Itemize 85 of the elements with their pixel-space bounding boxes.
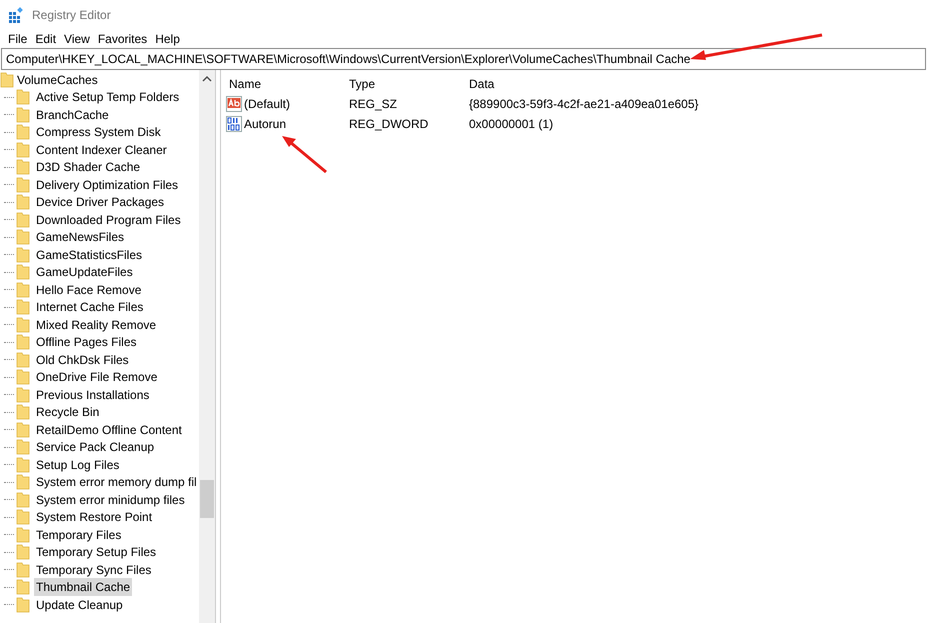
folder-icon bbox=[16, 439, 30, 456]
tree-item[interactable]: VolumeCaches bbox=[0, 71, 199, 88]
folder-icon bbox=[16, 492, 30, 508]
folder-icon bbox=[16, 526, 30, 543]
tree-item[interactable]: Internet Cache Files bbox=[34, 298, 146, 316]
tree-item[interactable]: Recycle Bin bbox=[34, 403, 102, 422]
tree-item[interactable]: Temporary Files bbox=[34, 526, 124, 544]
tree-item[interactable]: Downloaded Program Files bbox=[34, 210, 183, 229]
folder-icon bbox=[16, 212, 30, 228]
app-icon bbox=[8, 7, 24, 23]
tree-item[interactable]: Service Pack Cleanup bbox=[34, 438, 156, 456]
column-header[interactable]: Type bbox=[341, 75, 461, 93]
tree-item[interactable]: System error memory dump fil bbox=[34, 473, 199, 492]
tree-item[interactable]: OneDrive File Remove bbox=[34, 368, 160, 386]
tree-item[interactable]: GameUpdateFiles bbox=[34, 263, 135, 282]
folder-icon bbox=[16, 369, 30, 386]
scroll-thumb[interactable] bbox=[200, 480, 214, 518]
folder-icon bbox=[16, 106, 30, 123]
window-title: Registry Editor bbox=[32, 7, 111, 24]
folder-icon bbox=[16, 316, 30, 333]
tree-item[interactable]: Mixed Reality Remove bbox=[34, 316, 158, 334]
tree-item[interactable]: Content Indexer Cleaner bbox=[34, 140, 169, 159]
tree-item[interactable]: Active Setup Temp Folders bbox=[34, 88, 182, 106]
menu-item[interactable]: File bbox=[4, 31, 32, 47]
folder-icon bbox=[16, 124, 30, 140]
scrollbar[interactable] bbox=[199, 70, 215, 623]
scroll-up-icon[interactable] bbox=[202, 74, 212, 84]
table-cell-text: REG_DWORD bbox=[348, 116, 430, 133]
tree-item[interactable]: GameNewsFiles bbox=[34, 228, 126, 246]
folder-icon bbox=[16, 422, 30, 438]
folder-icon bbox=[16, 194, 30, 210]
string-value-icon bbox=[226, 96, 242, 112]
tree-item[interactable]: System Restore Point bbox=[34, 508, 154, 526]
annotation-arrow bbox=[280, 134, 328, 174]
folder-icon bbox=[16, 246, 30, 263]
column-header[interactable]: Data bbox=[461, 75, 927, 93]
folder-icon bbox=[16, 509, 30, 526]
folder-icon bbox=[16, 89, 30, 106]
tree-item[interactable]: RetailDemo Offline Content bbox=[34, 420, 184, 439]
table-cell-text: (Default) bbox=[244, 96, 290, 113]
folder-icon bbox=[16, 544, 30, 560]
tree-item[interactable]: System error minidump files bbox=[34, 490, 187, 509]
folder-icon bbox=[16, 579, 30, 596]
table-cell-text: REG_SZ bbox=[348, 96, 398, 113]
menu-item[interactable]: View bbox=[60, 31, 94, 47]
tree-item[interactable]: BranchCache bbox=[34, 106, 111, 124]
folder-icon bbox=[16, 474, 30, 490]
folder-icon bbox=[16, 264, 30, 280]
table-cell-text: {889900c3-59f3-4c2f-ae21-a409ea01e605} bbox=[468, 96, 699, 113]
menu-item[interactable]: Favorites bbox=[94, 31, 152, 47]
folder-icon bbox=[16, 176, 30, 193]
folder-icon bbox=[16, 386, 30, 403]
table-cell-text: 0x00000001 (1) bbox=[468, 116, 554, 133]
folder-icon bbox=[16, 334, 30, 350]
tree-item[interactable]: Device Driver Packages bbox=[34, 193, 166, 212]
folder-icon bbox=[16, 562, 30, 578]
folder-icon bbox=[16, 229, 30, 246]
tree-item[interactable]: Thumbnail Cache bbox=[34, 578, 132, 596]
folder-icon bbox=[16, 142, 30, 158]
tree-item[interactable]: GameStatisticsFiles bbox=[34, 246, 144, 264]
tree-item[interactable]: Hello Face Remove bbox=[34, 280, 144, 299]
table-cell-text: Autorun bbox=[244, 116, 286, 133]
folder-icon bbox=[0, 72, 14, 88]
tree-item[interactable]: Delivery Optimization Files bbox=[34, 176, 180, 194]
tree-item[interactable]: Temporary Sync Files bbox=[34, 560, 154, 579]
tree-item[interactable]: Compress System Disk bbox=[34, 123, 163, 142]
address-bar[interactable]: Computer\HKEY_LOCAL_MACHINE\SOFTWARE\Microsoft\Windows\CurrentVersion\Explorer\VolumeCaches\Thumbnail Cache bbox=[1, 48, 926, 70]
tree-item[interactable]: Update Cleanup bbox=[34, 596, 125, 614]
folder-icon bbox=[16, 352, 30, 368]
column-header[interactable]: Name bbox=[221, 75, 341, 93]
tree-item[interactable]: Setup Log Files bbox=[34, 456, 122, 474]
tree-item[interactable]: Temporary Setup Files bbox=[34, 543, 158, 562]
tree-item[interactable]: Previous Installations bbox=[34, 386, 152, 404]
menu-item[interactable]: Help bbox=[151, 31, 184, 47]
folder-icon bbox=[16, 282, 30, 298]
menu-item[interactable]: Edit bbox=[31, 31, 60, 47]
tree-item[interactable]: Old ChkDsk Files bbox=[34, 350, 131, 369]
folder-icon bbox=[16, 299, 30, 316]
folder-icon bbox=[16, 404, 30, 420]
tree-item[interactable]: D3D Shader Cache bbox=[34, 158, 142, 176]
binary-value-icon bbox=[226, 116, 242, 132]
tree-item[interactable]: Offline Pages Files bbox=[34, 333, 138, 352]
folder-icon bbox=[16, 159, 30, 176]
folder-icon bbox=[16, 456, 30, 473]
folder-icon bbox=[16, 596, 30, 613]
